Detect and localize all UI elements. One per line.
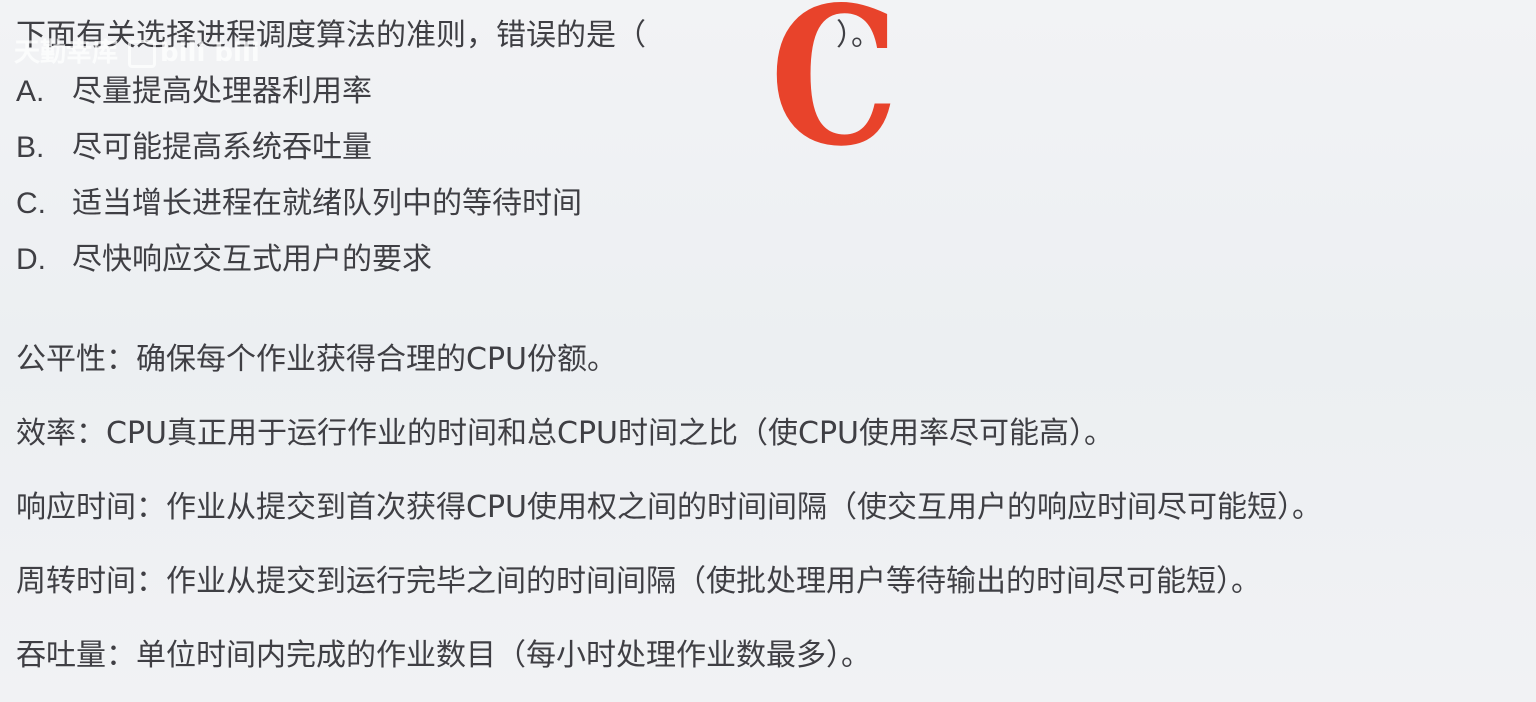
option-letter: C. (16, 187, 46, 220)
option-text: 尽量提高处理器利用率 (72, 74, 372, 109)
option-text: 尽快响应交互式用户的要求 (72, 242, 432, 277)
option-d: D. 尽快响应交互式用户的要求 (16, 238, 432, 282)
criterion-efficiency: 效率：CPU真正用于运行作业的时间和总CPU时间之比（使CPU使用率尽可能高）。 (16, 416, 1114, 451)
option-letter: B. (16, 131, 45, 164)
handwritten-answer: C (770, 0, 899, 188)
option-c: C. 适当增长进程在就绪队列中的等待时间 (16, 182, 582, 226)
option-text: 适当增长进程在就绪队列中的等待时间 (72, 186, 582, 221)
option-b: B. 尽可能提高系统吞吐量 (16, 126, 372, 170)
option-letter: A. (16, 75, 45, 108)
criterion-throughput: 吞吐量：单位时间内完成的作业数目（每小时处理作业数最多）。 (16, 638, 871, 673)
criterion-turnaround-time: 周转时间：作业从提交到运行完毕之间的时间间隔（使批处理用户等待输出的时间尽可能短… (16, 564, 1261, 599)
criterion-response-time: 响应时间：作业从提交到首次获得CPU使用权之间的时间间隔（使交互用户的响应时间尽… (16, 490, 1322, 525)
slide: 下面有关选择进程调度算法的准则，错误的是（）。 C A. 尽量提高处理器利用率 B… (0, 0, 1536, 702)
option-text: 尽可能提高系统吞吐量 (72, 130, 372, 165)
question-text: 下面有关选择进程调度算法的准则，错误的是（ (16, 18, 646, 53)
option-a: A. 尽量提高处理器利用率 (16, 70, 372, 114)
option-letter: D. (16, 243, 46, 276)
criterion-fairness: 公平性：确保每个作业获得合理的CPU份额。 (16, 342, 617, 377)
question-line: 下面有关选择进程调度算法的准则，错误的是（）。 (16, 14, 881, 58)
